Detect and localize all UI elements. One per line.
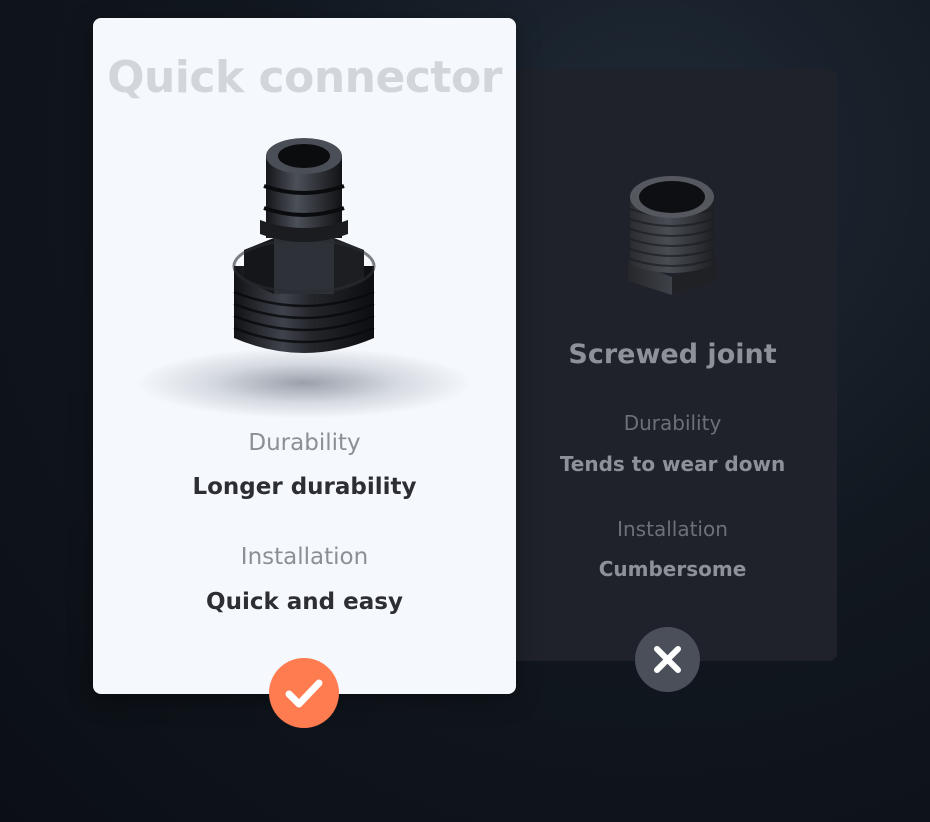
quick-connector-installation-label: Installation xyxy=(240,544,369,570)
quick-connector-card: Quick connector Durability Longer durabi… xyxy=(93,18,516,694)
screwed-joint-title: Screwed joint xyxy=(568,339,777,370)
quick-connector-durability-label: Durability xyxy=(248,430,361,456)
quick-connector-installation-value: Quick and easy xyxy=(206,589,403,615)
quick-connector-title: Quick connector xyxy=(107,52,502,103)
close-icon xyxy=(654,646,681,673)
quick-connector-durability-value: Longer durability xyxy=(192,474,417,500)
screwed-joint-durability-label: Durability xyxy=(623,411,722,435)
screwed-joint-installation-value: Cumbersome xyxy=(598,557,747,581)
screwed-joint-card: Screwed joint Durability Tends to wear d… xyxy=(508,69,837,661)
close-badge xyxy=(635,627,700,692)
check-badge xyxy=(269,658,339,728)
screwed-joint-image xyxy=(628,176,716,295)
screwed-joint-installation-label: Installation xyxy=(617,517,728,541)
quick-connector-image xyxy=(232,138,376,353)
screwed-joint-durability-value: Tends to wear down xyxy=(559,452,786,476)
check-icon xyxy=(285,679,323,708)
